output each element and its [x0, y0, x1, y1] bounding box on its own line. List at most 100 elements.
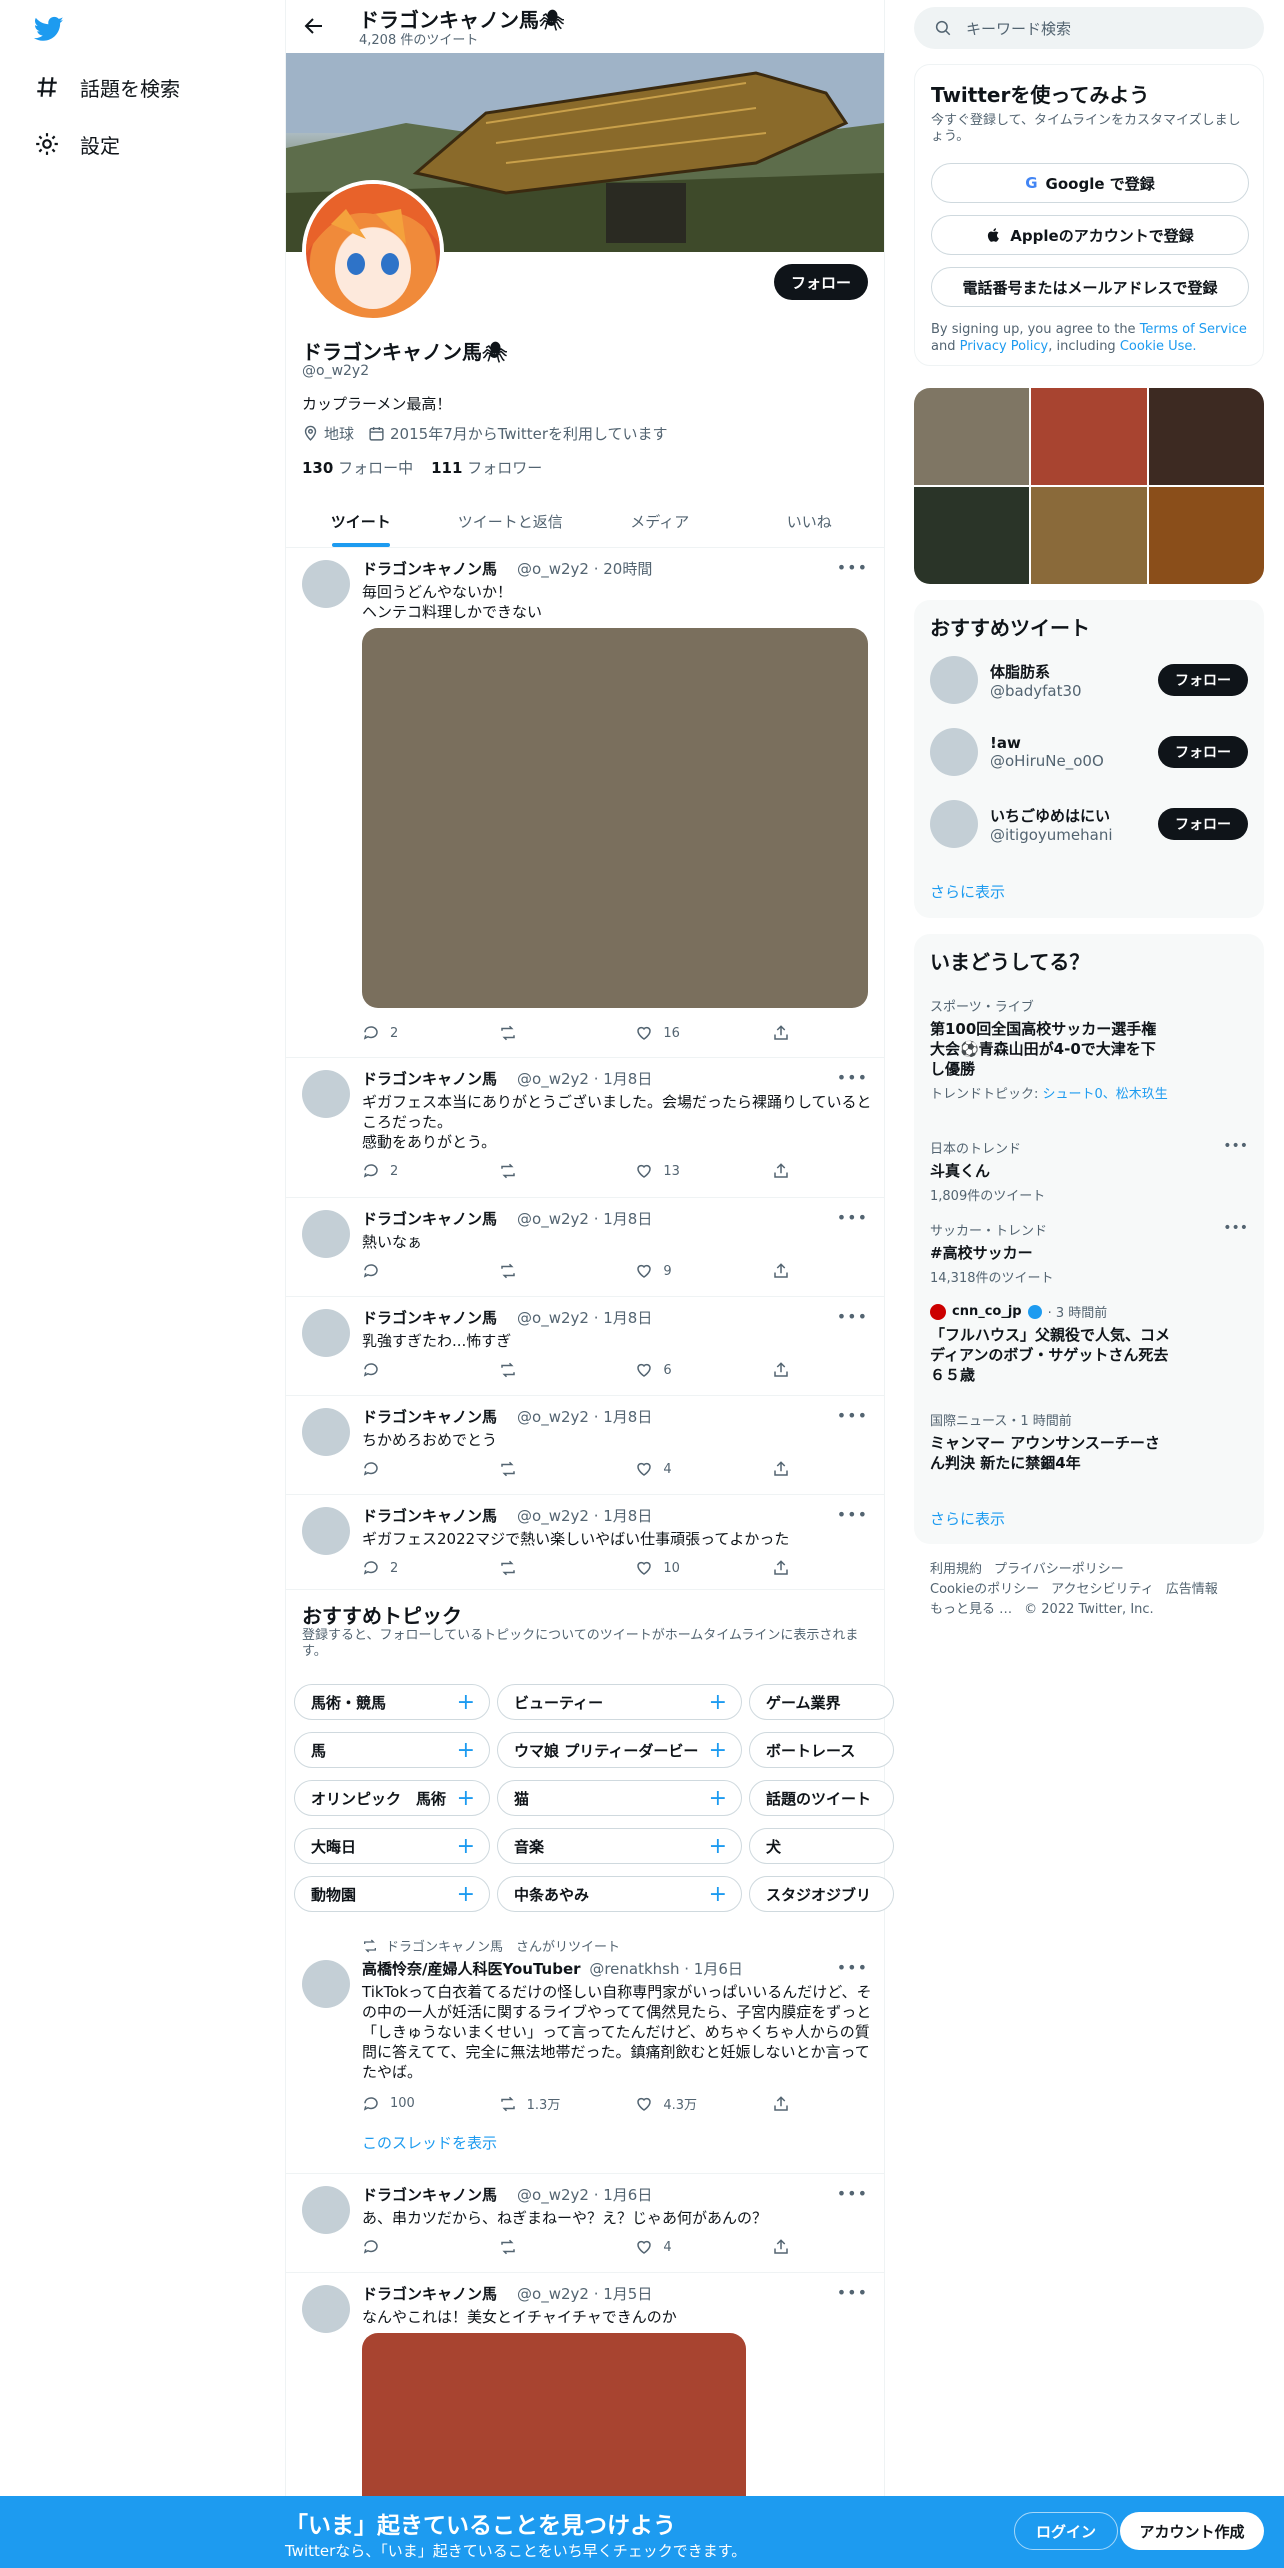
reply-button[interactable]: 100 — [362, 2094, 450, 2113]
retweet-item[interactable]: ドラゴンキャノン馬 さんがリツイート 高橋怜奈/産婦人科医YouTuber @r… — [286, 1920, 884, 2174]
more-icon[interactable]: ••• — [837, 2184, 868, 2203]
plus-icon[interactable]: + — [709, 1834, 727, 1859]
footer-link[interactable]: 広告情報 — [1166, 1582, 1218, 1597]
tweet-item[interactable]: ドラゴンキャノン馬 @o_w2y2 · 20時間 ••• 毎回うどんやないか！ ヘンテ… — [286, 548, 884, 1058]
footer-more-link[interactable]: もっと見る … — [930, 1602, 1012, 1617]
more-icon[interactable]: ••• — [837, 1307, 868, 1326]
tab-tweets[interactable]: ツイート — [286, 495, 436, 547]
trend-item[interactable]: スポーツ・ライブ 第100回全国高校サッカー選手権大会⚽青森山田が4-0で大津を下… — [930, 996, 1248, 1102]
tweet-item[interactable]: ドラゴンキャノン馬 @o_w2y2 · 1月6日 ••• あ、串カツだから、ねぎまねー… — [286, 2174, 884, 2273]
footer-link[interactable]: 利用規約 — [930, 1562, 982, 1577]
apple-signup-button[interactable]: Appleのアカウントで登録 — [931, 215, 1249, 255]
retweet-button[interactable] — [499, 1162, 587, 1180]
trend-item[interactable]: 日本のトレンド 斗真くん 1,809件のツイート ••• — [930, 1138, 1248, 1204]
show-thread-link[interactable]: このスレッドを表示 — [362, 2132, 497, 2153]
reply-button[interactable] — [362, 2238, 450, 2256]
tweet-item[interactable]: ドラゴンキャノン馬 @o_w2y2 · 1月8日 ••• ちかめろおめでとう 4 — [286, 1396, 884, 1495]
like-button[interactable]: 4.3万 — [635, 2094, 723, 2113]
reply-button[interactable] — [362, 1262, 450, 1280]
tweet-item[interactable]: ドラゴンキャノン馬 @o_w2y2 · 1月8日 ••• ギガフェス本当にありがとうご… — [286, 1058, 884, 1198]
topic-chip[interactable]: 馬術・競馬 + — [294, 1684, 490, 1720]
privacy-link[interactable]: Privacy Policy — [960, 339, 1049, 354]
tweet-item[interactable]: ドラゴンキャノン馬 @o_w2y2 · 1月8日 ••• 熱いなぁ 9 — [286, 1198, 884, 1297]
plus-icon[interactable]: + — [709, 1786, 727, 1811]
retweet-button[interactable] — [499, 1559, 587, 1577]
recommended-user[interactable]: 体脂肪系 @badyfat30 フォロー — [930, 656, 1248, 704]
create-account-button[interactable]: アカウント作成 — [1120, 2512, 1264, 2550]
rec-follow-button[interactable]: フォロー — [1158, 664, 1248, 696]
plus-icon[interactable]: + — [457, 1834, 475, 1859]
like-button[interactable]: 4 — [635, 2238, 723, 2256]
avatar[interactable] — [930, 656, 978, 704]
more-icon[interactable]: ••• — [837, 2283, 868, 2302]
topic-chip[interactable]: 猫 + — [497, 1780, 742, 1816]
retweet-button[interactable] — [499, 1024, 587, 1042]
tweet-avatar[interactable] — [302, 1408, 350, 1456]
media-thumbnail[interactable] — [914, 388, 1030, 485]
footer-link[interactable]: プライバシーポリシー — [994, 1562, 1124, 1577]
plus-icon[interactable]: + — [709, 1690, 727, 1715]
reply-button[interactable] — [362, 1361, 450, 1379]
recommended-user[interactable]: いちごゆめはにい @itigoyumehani フォロー — [930, 800, 1248, 848]
tweet-item[interactable]: ドラゴンキャノン馬 @o_w2y2 · 1月8日 ••• ギガフェス2022マジで熱い… — [286, 1495, 884, 1590]
plus-icon[interactable]: + — [457, 1786, 475, 1811]
share-button[interactable] — [772, 1262, 792, 1280]
reply-button[interactable]: 2 — [362, 1024, 450, 1042]
topic-chip[interactable]: 馬 + — [294, 1732, 490, 1768]
like-button[interactable]: 4 — [635, 1460, 723, 1478]
topic-chip[interactable]: 動物園 + — [294, 1876, 490, 1912]
tweet-avatar[interactable] — [302, 2285, 350, 2333]
plus-icon[interactable]: + — [457, 1882, 475, 1907]
cookie-link[interactable]: Cookie Use. — [1120, 339, 1197, 354]
trend-item[interactable]: cnn_co_jp · 3 時間前 「フルハウス」父親役で人気、コメディアンのボブ・… — [930, 1302, 1248, 1385]
retweet-button[interactable]: 1.3万 — [499, 2094, 587, 2113]
twitter-logo-icon[interactable] — [32, 14, 66, 44]
like-button[interactable]: 6 — [635, 1361, 723, 1379]
more-icon[interactable]: ••• — [1223, 1138, 1248, 1154]
tweet-avatar[interactable] — [302, 1507, 350, 1555]
avatar[interactable] — [930, 800, 978, 848]
more-icon[interactable]: ••• — [837, 1068, 868, 1087]
tweet-media[interactable] — [362, 628, 868, 1008]
share-button[interactable] — [772, 1460, 792, 1478]
media-thumbnail[interactable] — [1148, 388, 1264, 485]
tab-media[interactable]: メディア — [585, 495, 735, 547]
topic-chip[interactable]: 大晦日 + — [294, 1828, 490, 1864]
following-link[interactable]: 130 フォロー中 — [302, 457, 413, 478]
topic-chip[interactable]: スタジオジブリ — [749, 1876, 894, 1912]
trend-item[interactable]: 国際ニュース・1 時間前 ミャンマー アウンサンスーチーさん判決 新たに禁錮4年 — [930, 1410, 1248, 1473]
reply-button[interactable] — [362, 1460, 450, 1478]
media-thumbnail[interactable] — [1031, 487, 1147, 584]
plus-icon[interactable]: + — [457, 1738, 475, 1763]
tweet-avatar[interactable] — [302, 2186, 350, 2234]
share-button[interactable] — [772, 2238, 792, 2256]
nav-explore[interactable]: 話題を検索 — [34, 67, 180, 107]
media-thumbnail[interactable] — [1148, 487, 1264, 584]
topic-chip[interactable]: 話題のツイート — [749, 1780, 894, 1816]
recommended-user[interactable]: !aw @oHiruNe_o0O フォロー — [930, 728, 1248, 776]
footer-link[interactable]: Cookieのポリシー — [930, 1582, 1039, 1597]
profile-avatar[interactable] — [302, 180, 444, 322]
reply-button[interactable]: 2 — [362, 1162, 450, 1180]
topic-chip[interactable]: 犬 — [749, 1828, 894, 1864]
recommended-more-link[interactable]: さらに表示 — [930, 881, 1005, 902]
footer-link[interactable]: アクセシビリティ — [1051, 1582, 1154, 1597]
more-icon[interactable]: ••• — [837, 1958, 868, 1977]
more-icon[interactable]: ••• — [837, 1208, 868, 1227]
retweet-button[interactable] — [499, 1460, 587, 1478]
login-button[interactable]: ログイン — [1014, 2512, 1118, 2550]
tweet-avatar[interactable] — [302, 1309, 350, 1357]
back-arrow-icon[interactable] — [302, 14, 326, 38]
trend-topic-link[interactable]: シュート0、松木玖生 — [1043, 1087, 1168, 1102]
like-button[interactable]: 10 — [635, 1559, 723, 1577]
more-icon[interactable]: ••• — [1223, 1220, 1248, 1236]
tweet-item[interactable]: ドラゴンキャノン馬 @o_w2y2 · 1月8日 ••• 乳強すぎたわ...怖すぎ 6 — [286, 1297, 884, 1396]
more-icon[interactable]: ••• — [837, 558, 868, 577]
plus-icon[interactable]: + — [709, 1738, 727, 1763]
tweet-avatar[interactable] — [302, 1210, 350, 1258]
topic-chip[interactable]: ウマ娘 プリティーダービー + — [497, 1732, 742, 1768]
search-bar[interactable]: キーワード検索 — [914, 7, 1264, 49]
plus-icon[interactable]: + — [709, 1882, 727, 1907]
share-button[interactable] — [772, 1024, 792, 1042]
like-button[interactable]: 9 — [635, 1262, 723, 1280]
